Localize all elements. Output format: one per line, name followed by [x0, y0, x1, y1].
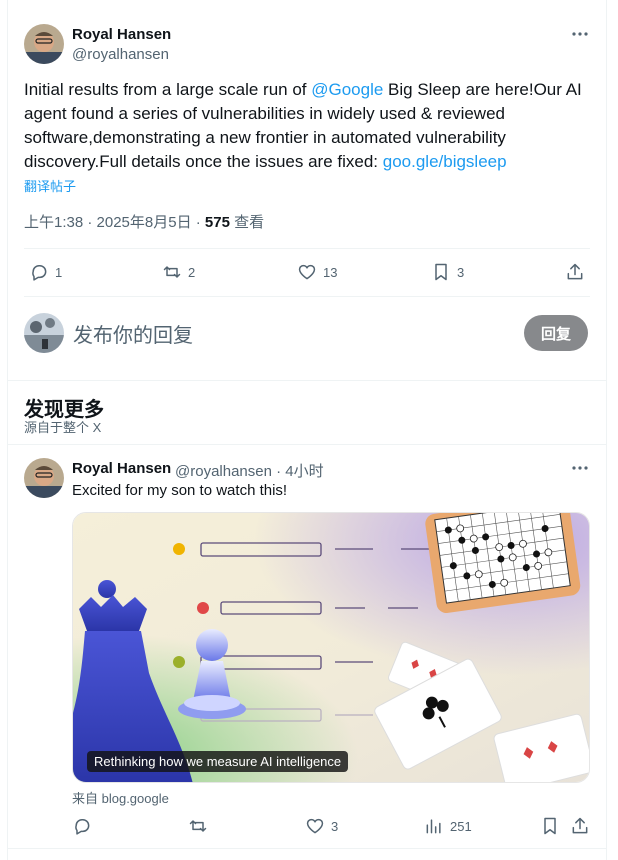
divider — [24, 296, 590, 297]
views-label: 查看 — [229, 214, 265, 231]
tweet-text-part1: Initial results from a large scale run o… — [24, 80, 312, 99]
tweet2-more-options-icon[interactable] — [570, 458, 590, 478]
share-button[interactable] — [565, 262, 585, 282]
tweet2-views-button[interactable]: 251 — [424, 816, 472, 836]
tweet2-views-count: 251 — [450, 818, 472, 834]
repost-icon — [189, 820, 207, 832]
link-card[interactable]: Rethinking how we measure AI intelligenc… — [72, 512, 590, 783]
tweet-timestamp[interactable]: 上午1:38 · 2025年8月5日 · — [24, 214, 205, 231]
bookmark-icon — [435, 263, 447, 281]
author-name[interactable]: Royal Hansen — [72, 26, 171, 43]
repost-count: 2 — [188, 264, 196, 280]
tweet-body: Initial results from a large scale run o… — [24, 78, 594, 174]
heart-icon — [306, 818, 324, 834]
tweet2-author-avatar[interactable] — [24, 458, 64, 498]
reply-button[interactable]: 1 — [29, 262, 62, 282]
tweet2-header-meta: @royalhansen · 4小时 — [175, 460, 324, 481]
section-divider — [8, 380, 606, 381]
like-button[interactable]: 13 — [297, 262, 337, 282]
views-count: 575 — [204, 214, 230, 231]
more-options-icon[interactable] — [570, 24, 590, 44]
tweet2-bookmark-button[interactable] — [540, 816, 560, 836]
discover-more-subtitle: 源自于整个 X — [24, 420, 102, 435]
tweet2-share-button[interactable] — [570, 816, 590, 836]
tweet2-reply-button[interactable] — [72, 816, 92, 836]
divider — [8, 848, 606, 849]
reply-icon — [32, 265, 47, 281]
repost-button[interactable]: 2 — [162, 262, 195, 282]
views-chart-icon — [426, 819, 441, 834]
heart-icon — [298, 264, 316, 280]
translate-post-link[interactable]: 翻译帖子 — [24, 176, 76, 195]
my-avatar[interactable] — [24, 313, 64, 353]
tweet-url-link[interactable]: goo.gle/bigsleep — [383, 152, 507, 171]
tweet-meta: 上午1:38 · 2025年8月5日 · 575 查看 — [24, 211, 264, 232]
reply-submit-button[interactable]: 回复 — [524, 315, 588, 351]
author-avatar[interactable] — [24, 24, 64, 64]
card-illustration — [73, 513, 589, 782]
bookmark-icon — [544, 817, 556, 835]
card-source[interactable]: 来自 blog.google — [72, 788, 169, 807]
author-handle[interactable]: @royalhansen — [72, 46, 169, 63]
like-count: 13 — [323, 264, 338, 280]
card-caption: Rethinking how we measure AI intelligenc… — [87, 751, 349, 772]
tweet2-text: Excited for my son to watch this! — [72, 482, 288, 499]
share-icon — [572, 817, 588, 834]
section-divider — [8, 444, 606, 445]
divider — [24, 248, 590, 249]
bookmark-button[interactable]: 3 — [431, 262, 464, 282]
tweet2-repost-button[interactable] — [188, 816, 208, 836]
reply-icon — [75, 819, 90, 835]
tweet2-time[interactable]: · 4小时 — [272, 463, 324, 480]
reply-count: 1 — [55, 264, 63, 280]
mention-link[interactable]: @Google — [311, 80, 383, 99]
tweet2-like-button[interactable]: 3 — [305, 816, 338, 836]
tweet2-like-count: 3 — [331, 818, 339, 834]
bookmark-count: 3 — [457, 264, 465, 280]
repost-icon — [163, 266, 181, 278]
reply-input[interactable]: 发布你的回复 — [73, 319, 193, 348]
tweet2-author-handle[interactable]: @royalhansen — [175, 463, 272, 480]
tweet2-author-name[interactable]: Royal Hansen — [72, 460, 171, 477]
share-icon — [567, 263, 583, 280]
